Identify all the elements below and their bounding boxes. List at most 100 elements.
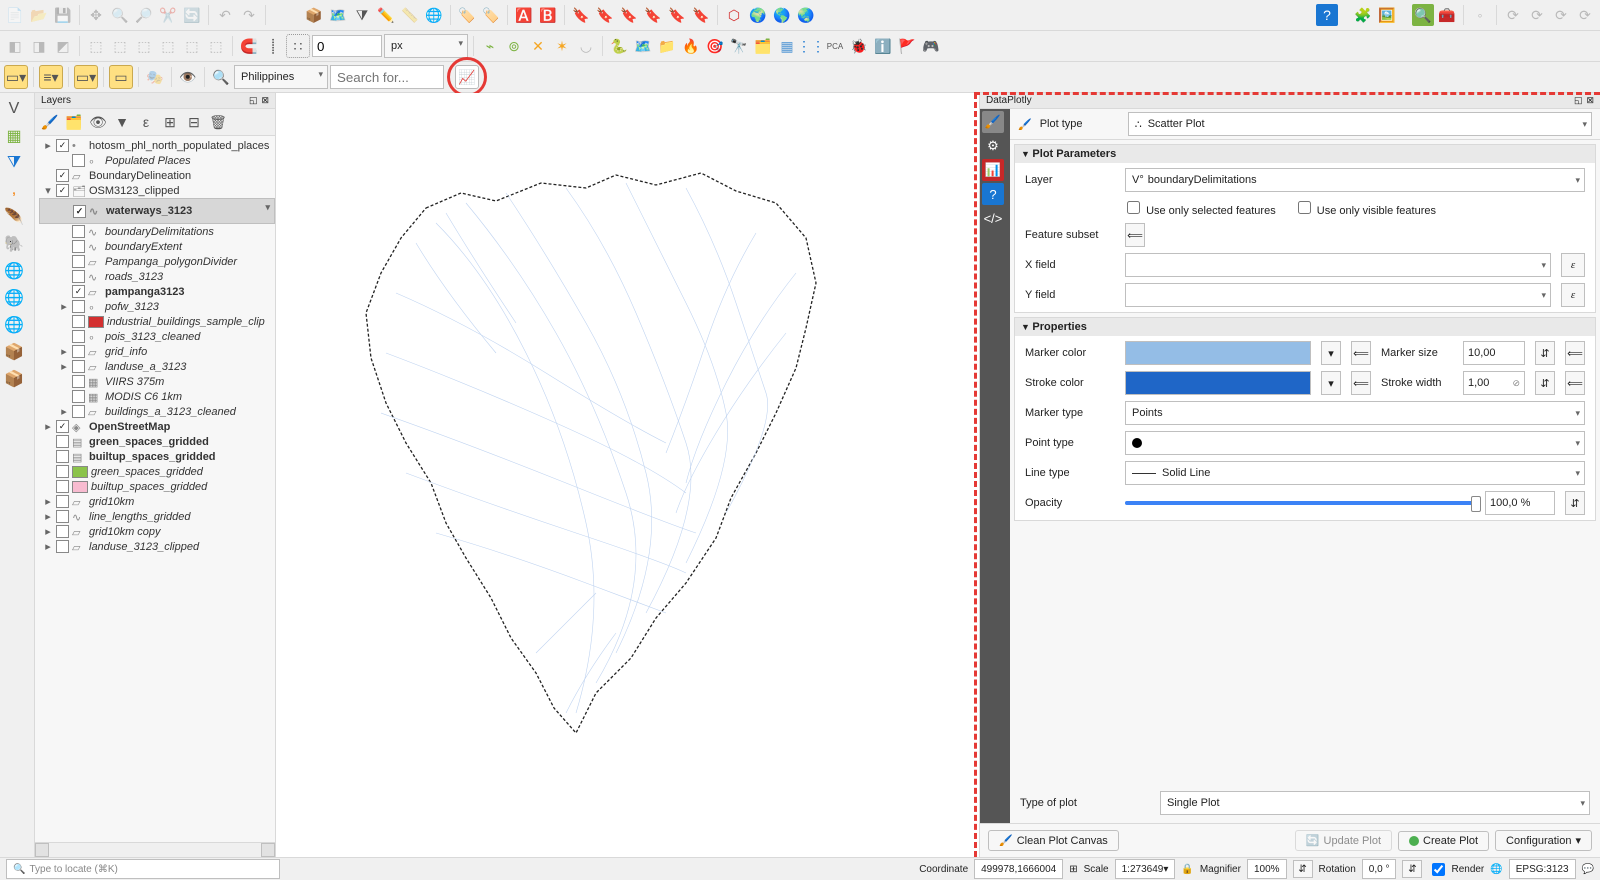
marker-color-swatch[interactable] xyxy=(1125,341,1311,365)
plugin-1-icon[interactable]: 🧩 xyxy=(1352,4,1374,26)
layer-style-icon[interactable]: 🖌️ xyxy=(39,111,61,133)
group-4-icon[interactable]: ⟳ xyxy=(1574,4,1596,26)
rotation-spinner[interactable]: ⇵ xyxy=(1402,860,1422,878)
layer-row[interactable]: ▸▱grid10km copy xyxy=(39,524,275,539)
add-xyz-icon[interactable]: 📦 xyxy=(2,340,26,364)
t2-4-icon[interactable]: ⬚ xyxy=(85,35,107,57)
layer-row[interactable]: ∿boundaryDelimitations xyxy=(39,224,275,239)
open-icon[interactable]: 📂 xyxy=(28,4,50,26)
layer-row[interactable]: ▦MODIS C6 1km xyxy=(39,389,275,404)
t2-8-icon[interactable]: ⬚ xyxy=(181,35,203,57)
globe-3-icon[interactable]: 🌏 xyxy=(795,4,817,26)
info-tool-icon[interactable]: ℹ️ xyxy=(872,35,894,57)
point-type-select[interactable] xyxy=(1125,431,1585,455)
panel-close-icon[interactable]: ⊠ xyxy=(261,95,269,106)
opacity-spinner[interactable]: ⇵ xyxy=(1565,491,1585,515)
layer-row[interactable]: industrial_buildings_sample_clip xyxy=(39,314,275,329)
snap-tolerance-input[interactable] xyxy=(312,35,382,57)
add-spatialite-icon[interactable]: 🪶 xyxy=(2,205,26,229)
region-select[interactable]: Philippines xyxy=(234,65,328,89)
use-selected-checkbox[interactable] xyxy=(1127,201,1140,214)
cluster-icon[interactable]: ⋮⋮ xyxy=(800,35,822,57)
marker-size-spinner[interactable]: ⇵ xyxy=(1535,341,1555,365)
label-tool-3-icon[interactable]: 🔖 xyxy=(618,4,640,26)
layer-row[interactable]: ∘pois_3123_cleaned xyxy=(39,329,275,344)
expand-icon[interactable]: ▾ xyxy=(43,184,53,197)
add-wms-layer-icon[interactable]: 🌐 xyxy=(2,259,26,283)
layer-row[interactable]: builtup_spaces_gridded xyxy=(39,479,275,494)
pca-icon[interactable]: PCA xyxy=(824,35,846,57)
layer-add-group-icon[interactable]: 🗂️ xyxy=(63,111,85,133)
add-delimited-icon[interactable]: ✏️ xyxy=(375,4,397,26)
locator-input[interactable]: 🔍 Type to locate (⌘K) xyxy=(6,859,280,879)
expand-icon[interactable]: ▸ xyxy=(43,540,53,553)
layer-row[interactable]: ▦VIIRS 375m xyxy=(39,374,275,389)
mask-icon[interactable]: 🎭 xyxy=(144,66,166,88)
expand-icon[interactable]: ▸ xyxy=(59,300,69,313)
layer-expand-icon[interactable]: ⊞ xyxy=(159,111,181,133)
x-field-expression-button[interactable]: ε xyxy=(1561,253,1585,277)
label-icon-1[interactable]: 🏷️ xyxy=(456,4,478,26)
map-canvas[interactable] xyxy=(276,93,979,857)
marker-size-data-defined-button[interactable]: ⟸ xyxy=(1565,341,1585,365)
dp-tab-chart-icon[interactable]: 📊 xyxy=(982,159,1004,181)
layer-row[interactable]: ▸▱buildings_a_3123_cleaned xyxy=(39,404,275,419)
crs-icon[interactable]: 🌐 xyxy=(1490,864,1502,875)
marker-color-data-defined-button[interactable]: ⟸ xyxy=(1351,341,1371,365)
dp-tab-settings-icon[interactable]: 🖌️ xyxy=(982,111,1004,133)
binoculars-icon[interactable]: 🔭 xyxy=(728,35,750,57)
layer-row[interactable]: ▸▱grid10km xyxy=(39,494,275,509)
t2-3-icon[interactable]: ◩ xyxy=(52,35,74,57)
render-checkbox[interactable] xyxy=(1432,863,1445,876)
clean-plot-button[interactable]: 🖌️ Clean Plot Canvas xyxy=(988,830,1119,851)
layer-visibility-checkbox[interactable] xyxy=(72,375,85,388)
add-csv-icon[interactable]: , xyxy=(2,178,26,202)
layer-visibility-checkbox[interactable] xyxy=(72,270,85,283)
layer-visibility-checkbox[interactable] xyxy=(72,330,85,343)
layer-visibility-checkbox[interactable] xyxy=(56,510,69,523)
group-3-icon[interactable]: ⟳ xyxy=(1550,4,1572,26)
layer-filter-icon[interactable]: ▼ xyxy=(111,111,133,133)
pan-icon[interactable]: ✥ xyxy=(85,4,107,26)
hex-icon[interactable]: ⬡ xyxy=(723,4,745,26)
undo-icon[interactable]: ↶ xyxy=(214,4,236,26)
expand-icon[interactable]: ▸ xyxy=(43,420,53,433)
stroke-color-data-defined-button[interactable]: ⟸ xyxy=(1351,371,1371,395)
layer-visibility-checkbox[interactable]: ✓ xyxy=(72,285,85,298)
magnifier-spinner[interactable]: ⇵ xyxy=(1293,860,1313,878)
osm-icon[interactable]: 🗺️ xyxy=(632,35,654,57)
dp-tab-layout-icon[interactable]: ⚙ xyxy=(982,135,1004,157)
layer-visibility-checkbox[interactable] xyxy=(72,390,85,403)
layer-visibility-icon[interactable]: 👁 xyxy=(87,111,109,133)
plugin-2-icon[interactable]: 🖼️ xyxy=(1376,4,1398,26)
extents-icon[interactable]: ⊞ xyxy=(1069,864,1077,875)
topology-icon[interactable]: ∷ xyxy=(286,34,310,58)
snap-unit-select[interactable]: px xyxy=(384,34,468,58)
layer-visibility-checkbox[interactable] xyxy=(72,360,85,373)
add-wfs-icon[interactable]: 🌐 xyxy=(2,313,26,337)
t2-5-icon[interactable]: ⬚ xyxy=(109,35,131,57)
layer-row[interactable]: ✓∿waterways_3123 xyxy=(39,198,275,224)
layer-visibility-checkbox[interactable] xyxy=(72,315,85,328)
layer-row[interactable]: ▤green_spaces_gridded xyxy=(39,434,275,449)
update-plot-button[interactable]: 🔄 Update Plot xyxy=(1295,830,1392,851)
search-button-icon[interactable]: 🔍 xyxy=(1412,4,1434,26)
tool-x-icon[interactable]: 🧰 xyxy=(1436,4,1458,26)
stroke-width-spinner[interactable]: ⇵ xyxy=(1535,371,1555,395)
opacity-input[interactable]: 100,0 % xyxy=(1485,491,1555,515)
redo-icon[interactable]: ↷ xyxy=(238,4,260,26)
deselect-icon[interactable]: ▭▾ xyxy=(74,65,98,89)
label-tool-4-icon[interactable]: 🔖 xyxy=(642,4,664,26)
lock-icon[interactable]: 🔒 xyxy=(1181,864,1193,875)
layer-row[interactable]: ✓▱pampanga3123 xyxy=(39,284,275,299)
layer-row[interactable]: ▾✓🗂OSM3123_clipped xyxy=(39,183,275,198)
dataplotly-icon[interactable]: 📈 xyxy=(455,65,479,89)
fire-icon[interactable]: 🔥 xyxy=(680,35,702,57)
group-1-icon[interactable]: ⟳ xyxy=(1502,4,1524,26)
dp-tab-help-icon[interactable]: ? xyxy=(982,183,1004,205)
layer-row[interactable]: ▸✓•hotosm_phl_north_populated_places xyxy=(39,138,275,153)
y-field-expression-button[interactable]: ε xyxy=(1561,283,1585,307)
line-type-select[interactable]: Solid Line xyxy=(1125,461,1585,485)
layer-row[interactable]: ▸▱landuse_3123_clipped xyxy=(39,539,275,554)
zoom-out-icon[interactable]: 🔎 xyxy=(133,4,155,26)
